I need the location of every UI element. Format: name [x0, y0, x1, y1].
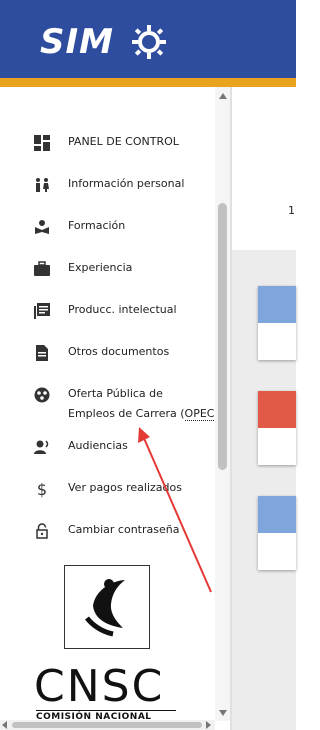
annotation-arrow — [138, 427, 212, 593]
